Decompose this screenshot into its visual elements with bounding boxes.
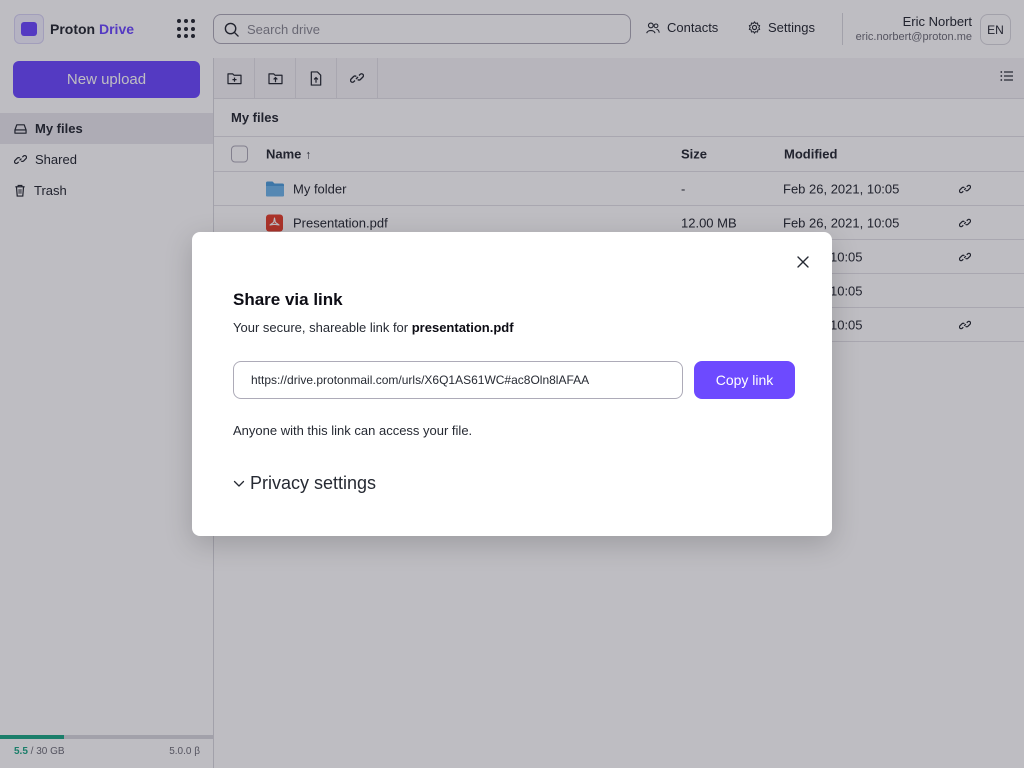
close-icon[interactable]	[795, 254, 811, 270]
chevron-down-icon	[233, 480, 245, 487]
modal-subtitle: Your secure, shareable link for presenta…	[233, 320, 514, 335]
share-link-field[interactable]	[233, 361, 683, 399]
shared-file-name: presentation.pdf	[411, 320, 514, 335]
privacy-settings-toggle[interactable]: Privacy settings	[233, 473, 376, 494]
privacy-settings-label: Privacy settings	[250, 473, 377, 493]
copy-link-button[interactable]: Copy link	[694, 361, 795, 399]
modal-title: Share via link	[233, 290, 343, 309]
link-access-note: Anyone with this link can access your fi…	[233, 423, 473, 438]
share-via-link-modal: Share via link Your secure, shareable li…	[192, 232, 832, 536]
